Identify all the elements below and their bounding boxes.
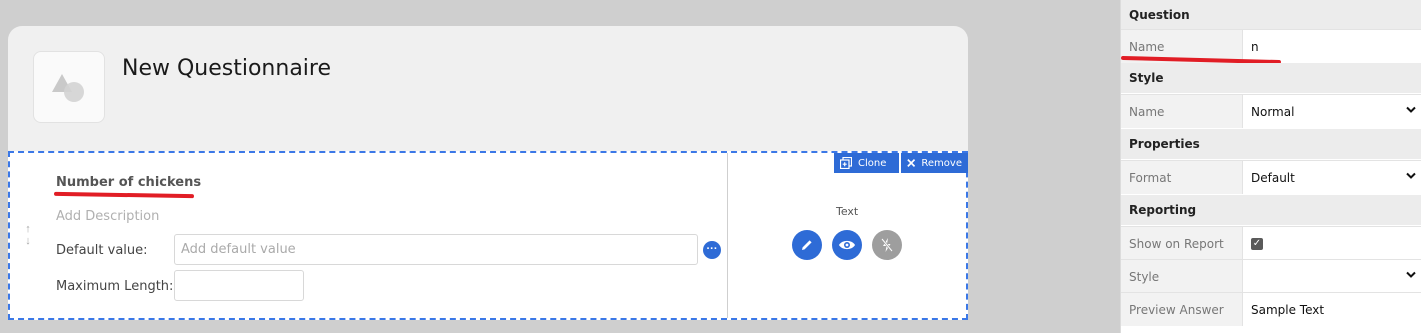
- default-value-placeholder: Add default value: [181, 242, 296, 257]
- chevron-down-icon: [1406, 271, 1416, 278]
- questionnaire-header: New Questionnaire: [8, 26, 968, 166]
- default-value-input[interactable]: Add default value: [174, 234, 698, 265]
- style-name-label: Name: [1121, 95, 1243, 128]
- chevron-down-icon: [1406, 106, 1416, 113]
- format-label: Format: [1121, 161, 1243, 194]
- chevron-down-icon: [1406, 172, 1416, 179]
- close-icon: [907, 159, 916, 167]
- remove-button[interactable]: Remove: [901, 153, 968, 173]
- format-select[interactable]: Default: [1243, 161, 1421, 194]
- properties-panel: Question Name n Style Name Normal Proper…: [1120, 0, 1421, 333]
- show-on-report-row: Show on Report ✓: [1121, 226, 1421, 260]
- style-name-select[interactable]: Normal: [1243, 95, 1421, 128]
- section-style: Style: [1121, 63, 1421, 93]
- format-row: Format Default: [1121, 160, 1421, 194]
- show-on-report-label: Show on Report: [1121, 227, 1243, 260]
- preview-answer-input[interactable]: Sample Text: [1243, 293, 1421, 326]
- style-name-value: Normal: [1251, 104, 1295, 119]
- pencil-icon: [802, 240, 812, 250]
- visibility-button[interactable]: [832, 230, 862, 260]
- question-description[interactable]: Add Description: [56, 209, 159, 224]
- drag-arrows-icon[interactable]: ↑ ↓: [23, 223, 33, 247]
- question-type-label: Text: [836, 205, 859, 218]
- report-style-select[interactable]: [1243, 260, 1421, 293]
- clone-icon: [840, 157, 852, 169]
- section-question: Question: [1121, 0, 1421, 30]
- max-length-label: Maximum Length:: [56, 279, 174, 294]
- question-title[interactable]: Number of chickens: [56, 175, 201, 190]
- checkmark-icon: ✓: [1251, 237, 1263, 250]
- section-reporting: Reporting: [1121, 195, 1421, 225]
- preview-answer-label: Preview Answer: [1121, 293, 1243, 326]
- remove-label: Remove: [921, 157, 962, 169]
- question-name-input[interactable]: n: [1243, 30, 1421, 63]
- questionnaire-logo[interactable]: [33, 51, 105, 123]
- lightning-off-icon: [881, 238, 893, 252]
- report-style-label: Style: [1121, 260, 1243, 293]
- annotation-underline: [53, 191, 195, 199]
- ellipsis-icon[interactable]: ···: [703, 241, 721, 259]
- clone-button[interactable]: Clone: [834, 153, 899, 173]
- clone-label: Clone: [858, 157, 887, 169]
- default-value-label: Default value:: [56, 243, 148, 258]
- max-length-input[interactable]: [174, 270, 304, 301]
- question-panel[interactable]: ↑ ↓ Number of chickens Add Description De…: [8, 151, 968, 320]
- page-title[interactable]: New Questionnaire: [122, 56, 331, 81]
- section-properties: Properties: [1121, 129, 1421, 159]
- style-name-row: Name Normal: [1121, 94, 1421, 128]
- eye-icon: [839, 240, 855, 250]
- edit-button[interactable]: [792, 230, 822, 260]
- format-value: Default: [1251, 170, 1295, 185]
- panel-divider: [727, 153, 728, 318]
- show-on-report-checkbox[interactable]: ✓: [1243, 227, 1421, 260]
- shapes-placeholder-icon: [52, 74, 84, 102]
- report-style-row: Style: [1121, 259, 1421, 293]
- preview-answer-row: Preview Answer Sample Text: [1121, 292, 1421, 326]
- logic-button[interactable]: [872, 230, 902, 260]
